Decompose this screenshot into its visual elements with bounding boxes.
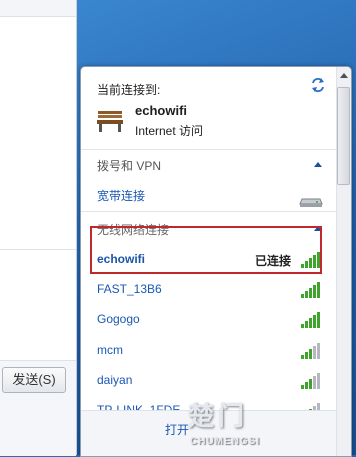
network-bench-icon: [97, 111, 123, 132]
refresh-icon[interactable]: [309, 76, 327, 94]
signal-bar: [305, 291, 308, 298]
network-name: mcm: [97, 343, 123, 357]
signal-strength-icon: [301, 312, 320, 328]
signal-bar: [313, 285, 316, 298]
signal-bar: [313, 376, 316, 389]
send-button[interactable]: 发送(S): [2, 367, 66, 393]
signal-strength-icon: [301, 373, 320, 389]
chevron-up-icon[interactable]: [313, 161, 323, 169]
window-divider: [0, 249, 76, 250]
current-connection-title: 当前连接到:: [97, 83, 161, 97]
open-network-center-link[interactable]: 打开: [165, 421, 189, 438]
signal-strength-icon: [301, 343, 320, 359]
signal-bar: [301, 324, 304, 328]
signal-bar: [309, 288, 312, 298]
signal-bar: [313, 315, 316, 328]
signal-bar: [317, 282, 320, 298]
signal-bar: [301, 355, 304, 359]
separator: [81, 211, 336, 212]
dialup-modem-icon: [299, 198, 323, 207]
signal-bar: [301, 385, 304, 389]
connected-network-status: Internet 访问: [135, 124, 204, 138]
signal-bar: [309, 349, 312, 359]
selected-network-highlight: [90, 226, 322, 274]
watermark-brand: 楚门: [188, 401, 249, 431]
signal-bar: [317, 312, 320, 328]
wifi-network-row[interactable]: Gogogo: [81, 308, 336, 332]
signal-bar: [309, 318, 312, 328]
scroll-up-arrow-icon[interactable]: [338, 69, 350, 83]
network-name: FAST_13B6: [97, 282, 162, 296]
signal-bar: [309, 379, 312, 389]
signal-bar: [313, 346, 316, 359]
signal-strength-icon: [301, 282, 320, 298]
window-top-strip: [0, 0, 76, 17]
wifi-network-row[interactable]: FAST_13B6: [81, 278, 336, 302]
watermark-subtext: CHUMENGSI: [190, 436, 261, 447]
scrollbar-thumb[interactable]: [337, 87, 350, 185]
signal-bar: [301, 294, 304, 298]
network-name: daiyan: [97, 373, 133, 387]
dialup-section-title[interactable]: 拨号和 VPN: [97, 157, 161, 174]
watermark-logo: 楚门 CHUMENGSI: [188, 396, 348, 452]
signal-bar: [317, 373, 320, 389]
broadband-connection-item[interactable]: 宽带连接: [97, 187, 145, 204]
signal-bar: [305, 352, 308, 359]
signal-bar: [305, 382, 308, 389]
wifi-network-row[interactable]: mcm: [81, 339, 336, 363]
signal-bar: [305, 321, 308, 328]
wifi-network-row[interactable]: daiyan: [81, 369, 336, 393]
connected-network-name: echowifi: [135, 103, 188, 118]
background-chat-window: 发送(S): [0, 0, 77, 456]
separator: [81, 149, 336, 150]
signal-bar: [317, 343, 320, 359]
network-name: Gogogo: [97, 312, 140, 326]
